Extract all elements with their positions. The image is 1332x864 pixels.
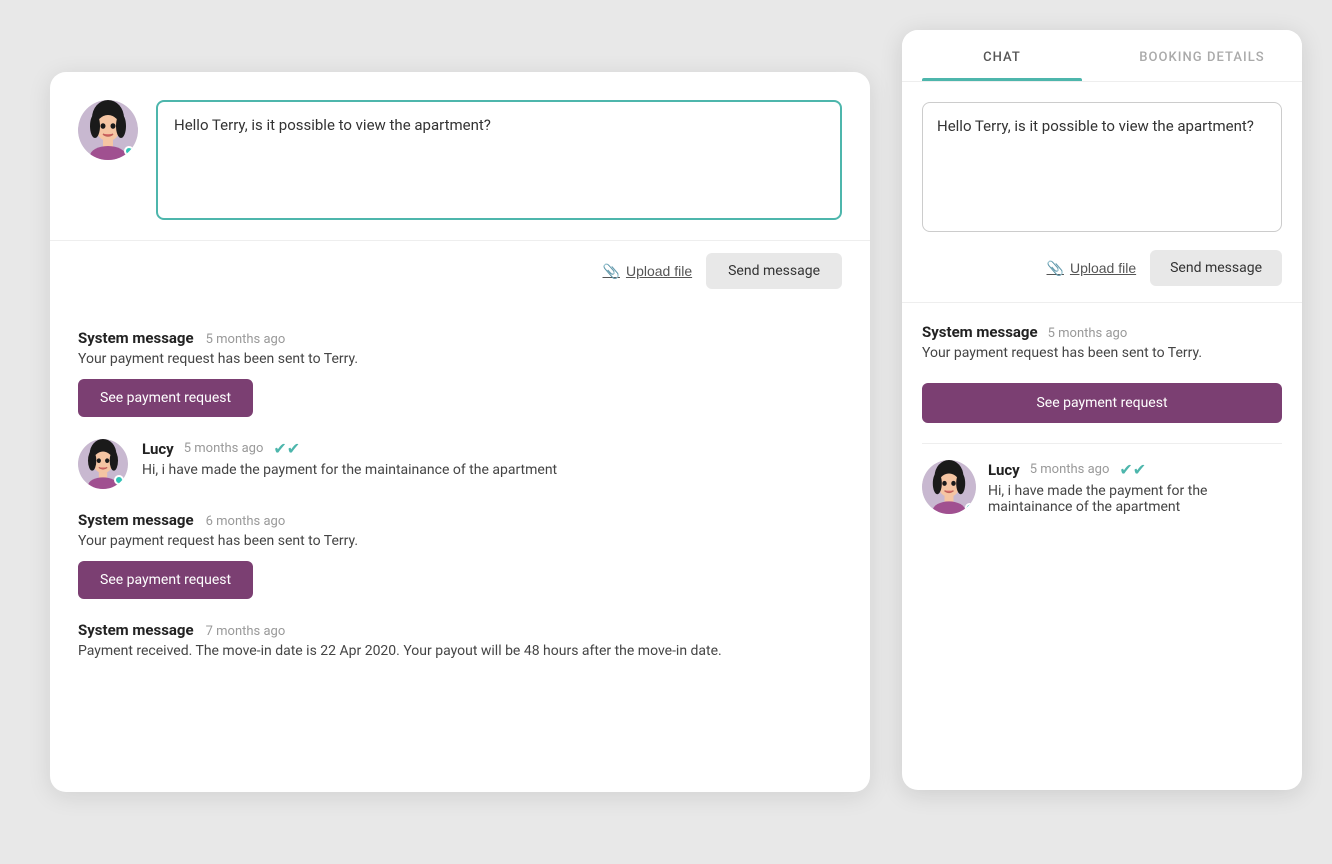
lucy-username: Lucy bbox=[142, 440, 174, 458]
right-lucy-block: Lucy 5 months ago ✔✔ Hi, i have made the… bbox=[922, 460, 1282, 515]
message-divider bbox=[922, 443, 1282, 444]
lucy-message-content: Lucy 5 months ago ✔✔ Hi, i have made the… bbox=[142, 439, 557, 478]
user-message-lucy: Lucy 5 months ago ✔✔ Hi, i have made the… bbox=[78, 439, 842, 489]
right-lucy-header: Lucy 5 months ago ✔✔ bbox=[988, 460, 1282, 479]
system-message-header-2: System message 6 months ago bbox=[78, 511, 842, 529]
message-input[interactable] bbox=[156, 100, 842, 220]
left-chat-panel: 📎 Upload file Send message System messag… bbox=[50, 72, 870, 792]
online-indicator bbox=[124, 146, 134, 156]
see-payment-request-button-1[interactable]: See payment request bbox=[78, 379, 253, 417]
lucy-online-indicator bbox=[114, 475, 124, 485]
system-text-3: Payment received. The move-in date is 22… bbox=[78, 643, 842, 659]
system-label-1: System message bbox=[78, 329, 194, 347]
right-send-message-button[interactable]: Send message bbox=[1150, 250, 1282, 286]
system-message-header-3: System message 7 months ago bbox=[78, 621, 842, 639]
messages-area: System message 5 months ago Your payment… bbox=[50, 309, 870, 701]
right-payment-btn-1[interactable]: See payment request bbox=[922, 383, 1282, 423]
right-upload-file-button[interactable]: 📎 Upload file bbox=[1047, 260, 1137, 277]
right-system-header-1: System message 5 months ago bbox=[922, 323, 1282, 341]
right-read-receipt-icon: ✔✔ bbox=[1119, 460, 1146, 479]
right-paperclip-icon: 📎 bbox=[1047, 260, 1064, 277]
system-message-3: System message 7 months ago Payment rece… bbox=[78, 621, 842, 659]
read-receipt-icon: ✔✔ bbox=[273, 439, 300, 458]
right-chat-panel: CHAT BOOKING DETAILS 📎 Upload file Send … bbox=[902, 30, 1302, 790]
tab-chat[interactable]: CHAT bbox=[902, 30, 1102, 81]
see-payment-request-button-2[interactable]: See payment request bbox=[78, 561, 253, 599]
time-ago-3: 7 months ago bbox=[206, 624, 286, 639]
send-message-button[interactable]: Send message bbox=[706, 253, 842, 289]
tabs-header: CHAT BOOKING DETAILS bbox=[902, 30, 1302, 82]
right-lucy-content: Lucy 5 months ago ✔✔ Hi, i have made the… bbox=[988, 460, 1282, 515]
right-time-ago-1: 5 months ago bbox=[1048, 326, 1128, 341]
right-lucy-online bbox=[965, 503, 974, 512]
right-compose-actions: 📎 Upload file Send message bbox=[922, 250, 1282, 286]
lucy-message-text: Hi, i have made the payment for the main… bbox=[142, 462, 557, 478]
right-system-message-1: System message 5 months ago Your payment… bbox=[922, 323, 1282, 423]
user-avatar bbox=[78, 100, 138, 160]
right-lucy-time: 5 months ago bbox=[1030, 462, 1110, 477]
system-message-1: System message 5 months ago Your payment… bbox=[78, 329, 842, 417]
upload-label: Upload file bbox=[626, 263, 692, 279]
right-message-input[interactable] bbox=[922, 102, 1282, 232]
right-lucy-text: Hi, i have made the payment for the main… bbox=[988, 483, 1282, 515]
paperclip-icon: 📎 bbox=[603, 263, 620, 280]
right-upload-label: Upload file bbox=[1070, 260, 1136, 276]
right-lucy-avatar bbox=[922, 460, 976, 514]
right-system-label-1: System message bbox=[922, 323, 1038, 341]
time-ago-2: 6 months ago bbox=[206, 514, 286, 529]
compose-area bbox=[50, 72, 870, 241]
tab-booking-details[interactable]: BOOKING DETAILS bbox=[1102, 30, 1302, 81]
lucy-time: 5 months ago bbox=[184, 441, 264, 456]
time-ago-1: 5 months ago bbox=[206, 332, 286, 347]
system-message-header-1: System message 5 months ago bbox=[78, 329, 842, 347]
compose-actions: 📎 Upload file Send message bbox=[50, 241, 870, 309]
right-compose-area: 📎 Upload file Send message bbox=[902, 82, 1302, 303]
right-lucy-username: Lucy bbox=[988, 461, 1020, 479]
lucy-message-header: Lucy 5 months ago ✔✔ bbox=[142, 439, 557, 458]
system-label-3: System message bbox=[78, 621, 194, 639]
system-text-2: Your payment request has been sent to Te… bbox=[78, 533, 842, 549]
system-message-2: System message 6 months ago Your payment… bbox=[78, 511, 842, 599]
system-text-1: Your payment request has been sent to Te… bbox=[78, 351, 842, 367]
system-label-2: System message bbox=[78, 511, 194, 529]
upload-file-button[interactable]: 📎 Upload file bbox=[603, 263, 693, 280]
lucy-avatar bbox=[78, 439, 128, 489]
right-messages-area: System message 5 months ago Your payment… bbox=[902, 303, 1302, 790]
right-system-text-1: Your payment request has been sent to Te… bbox=[922, 345, 1282, 361]
